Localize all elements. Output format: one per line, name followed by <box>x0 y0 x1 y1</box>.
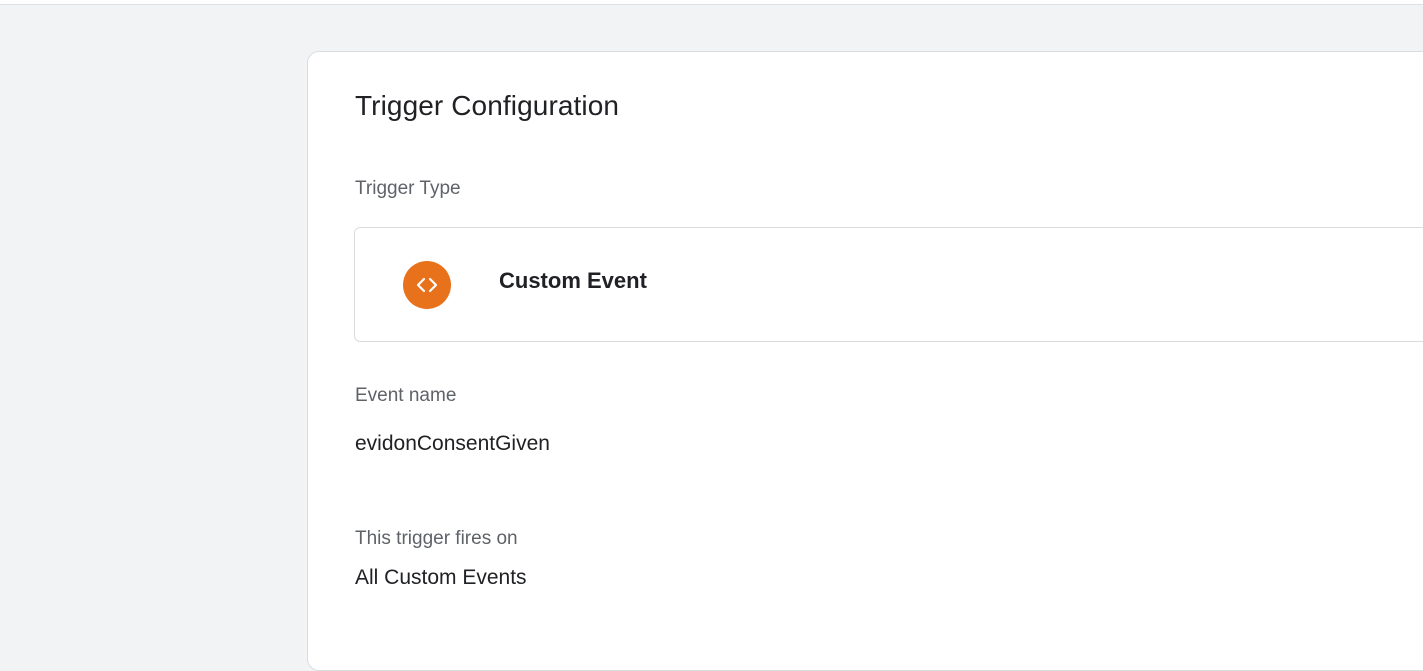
fires-on-label: This trigger fires on <box>355 528 518 549</box>
card-title: Trigger Configuration <box>355 90 620 121</box>
trigger-type-selector[interactable]: Custom Event <box>354 227 1423 342</box>
event-name-label: Event name <box>355 385 457 406</box>
code-brackets-icon <box>403 261 451 309</box>
trigger-type-name: Custom Event <box>499 268 647 293</box>
event-name-value: evidonConsentGiven <box>355 432 550 455</box>
trigger-type-label: Trigger Type <box>355 178 461 199</box>
trigger-configuration-card[interactable]: Trigger Configuration Trigger Type Custo… <box>307 51 1423 671</box>
top-bar <box>0 0 1423 5</box>
fires-on-value: All Custom Events <box>355 566 527 589</box>
